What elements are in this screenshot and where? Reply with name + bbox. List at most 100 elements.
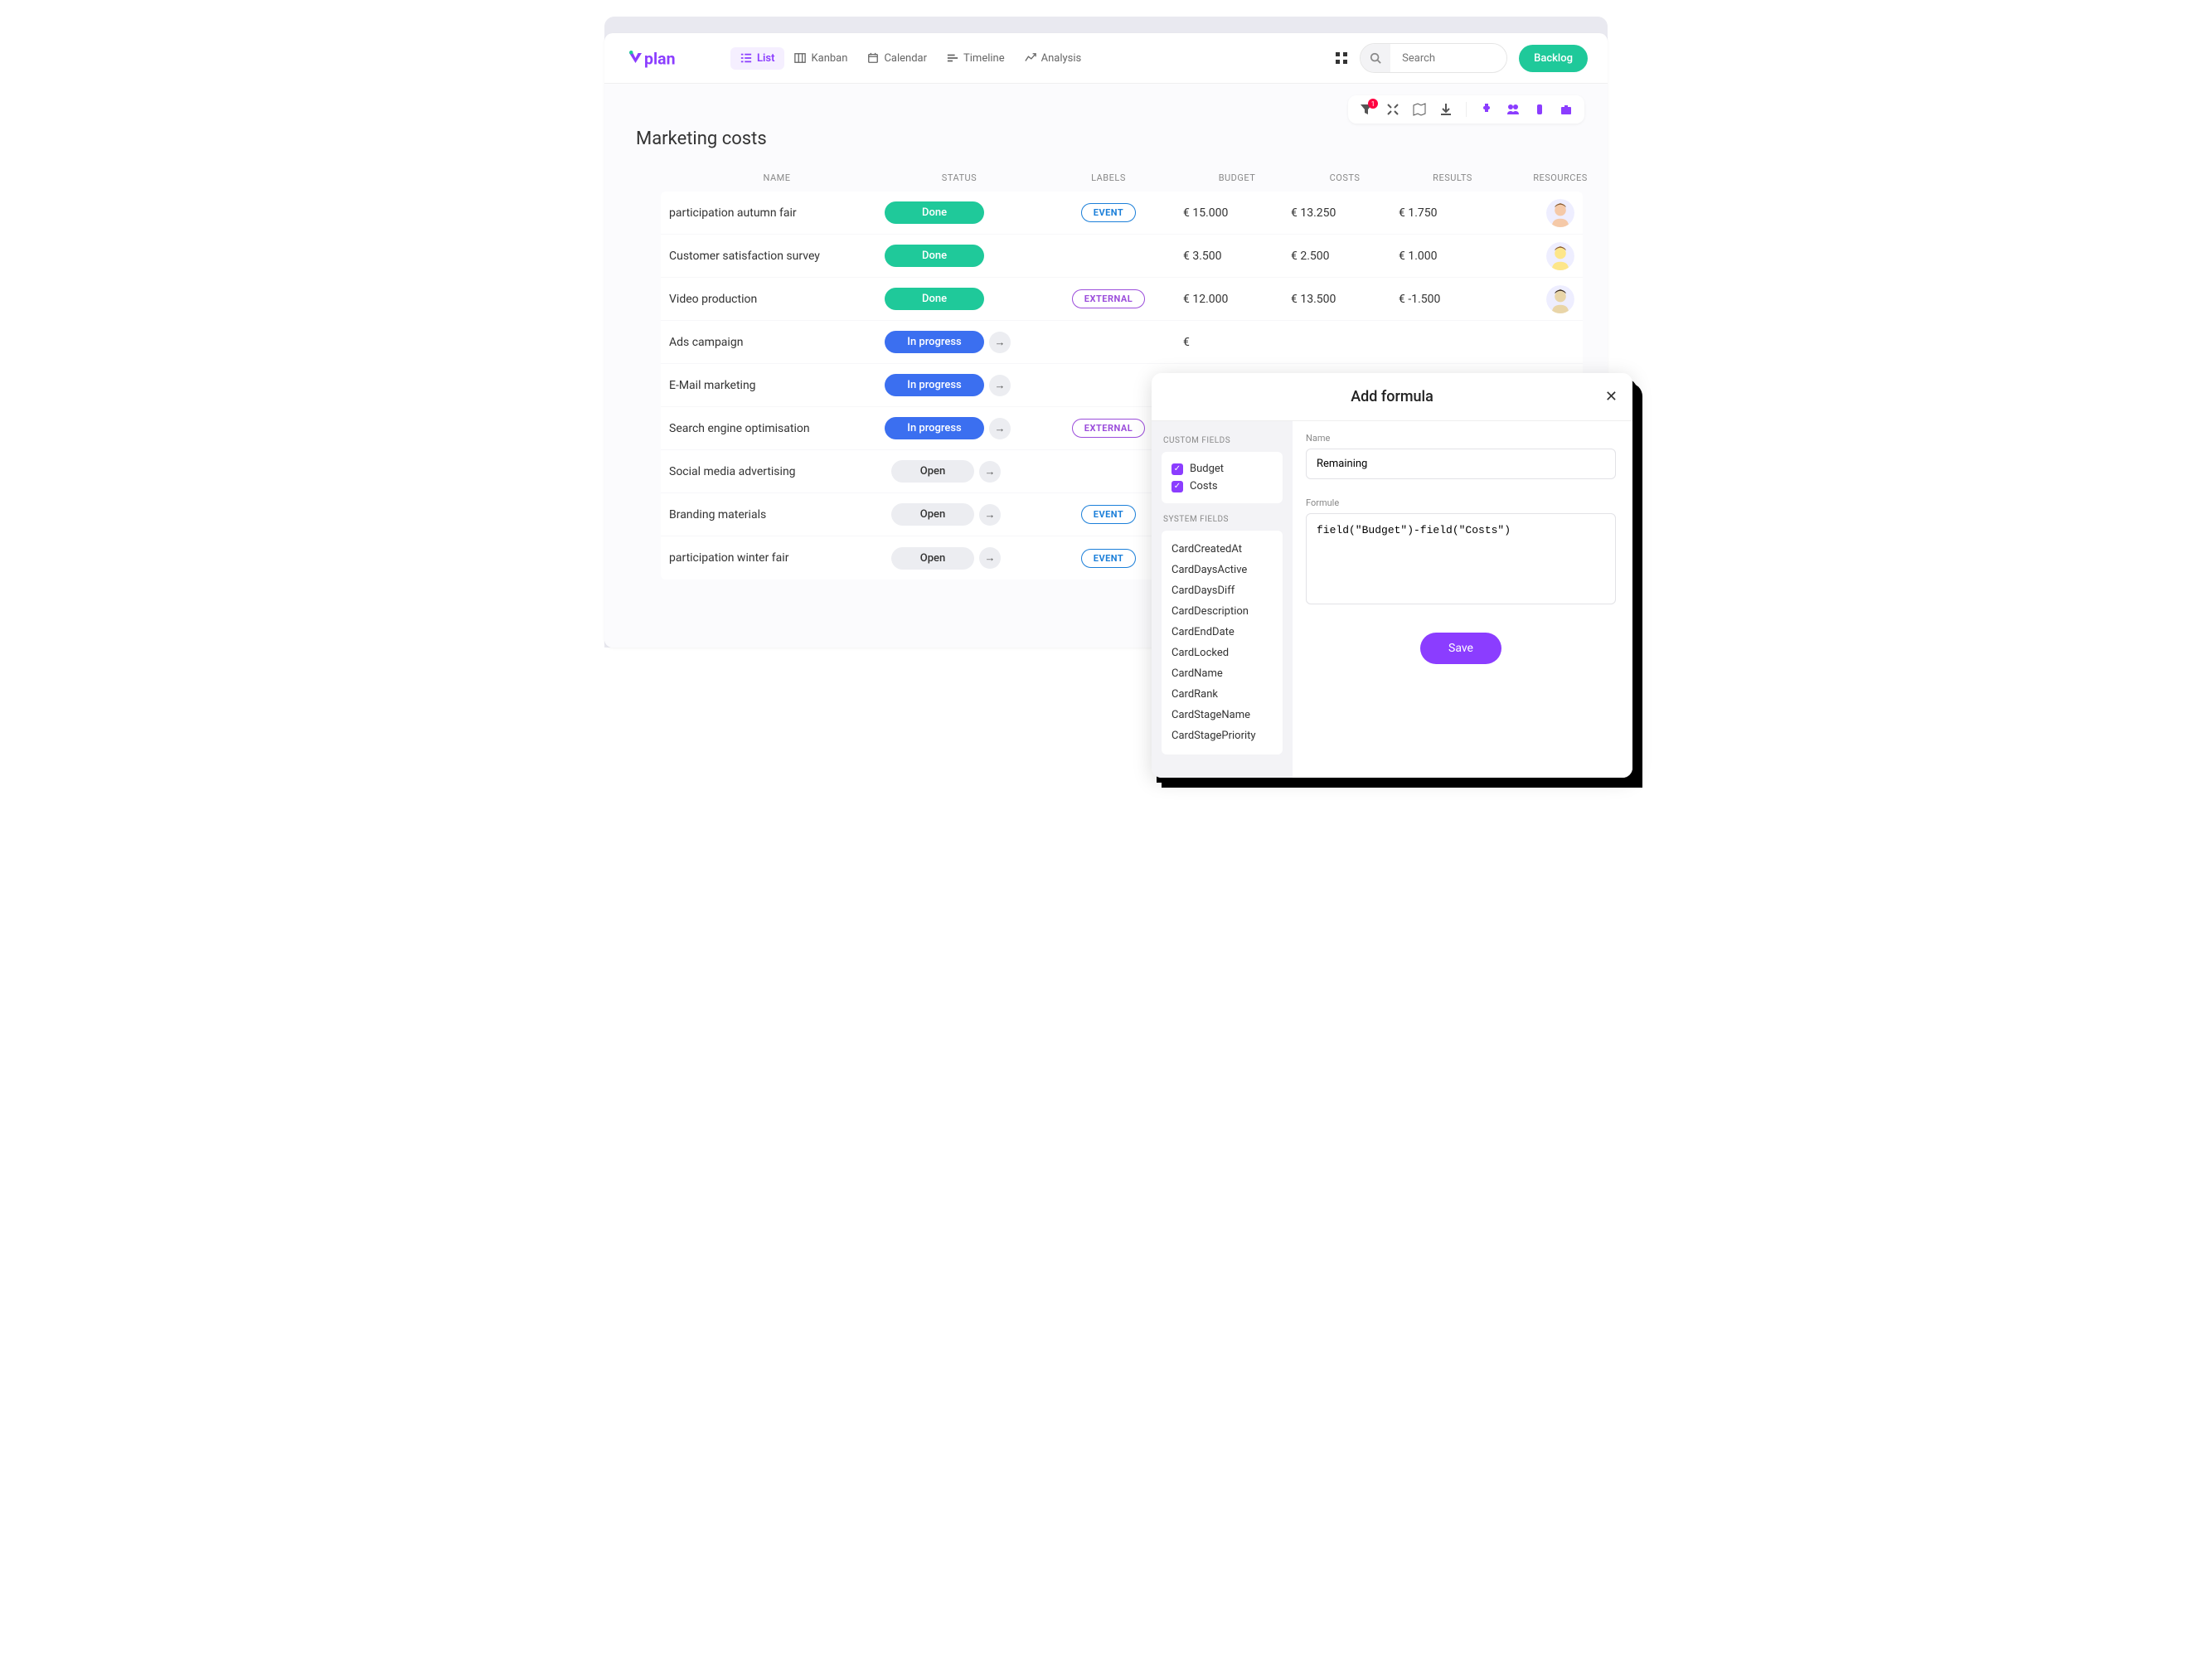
- status-pill[interactable]: Done: [885, 201, 984, 224]
- row-costs: € 13.500: [1291, 293, 1399, 306]
- system-field-item[interactable]: CardLocked: [1171, 643, 1273, 663]
- custom-field-option[interactable]: ✓Costs: [1171, 478, 1273, 495]
- tab-label: Timeline: [963, 52, 1005, 65]
- search-box[interactable]: [1360, 43, 1507, 73]
- row-name: Ads campaign: [669, 336, 885, 349]
- status-pill[interactable]: Open: [891, 460, 974, 483]
- list-icon: [740, 52, 752, 64]
- system-field-item[interactable]: CardDaysDiff: [1171, 580, 1273, 601]
- calendar-icon: [867, 52, 879, 64]
- tools-icon[interactable]: [1386, 103, 1399, 116]
- system-fields-box: CardCreatedAtCardDaysActiveCardDaysDiffC…: [1162, 531, 1283, 754]
- avatar: [1546, 199, 1574, 227]
- backlog-button[interactable]: Backlog: [1519, 45, 1588, 72]
- puzzle-icon[interactable]: [1480, 103, 1493, 116]
- brand-logo: plan: [624, 45, 699, 71]
- top-bar: plan ListKanbanCalendarTimelineAnalysis …: [604, 33, 1608, 84]
- status-pill[interactable]: Open: [891, 547, 974, 570]
- battery-icon[interactable]: [1533, 103, 1546, 116]
- system-fields-label: SYSTEM FIELDS: [1163, 515, 1283, 524]
- system-field-item[interactable]: CardStageName: [1171, 705, 1273, 725]
- tab-label: Calendar: [884, 52, 927, 65]
- filter-icon[interactable]: 1: [1360, 103, 1373, 116]
- tab-kanban[interactable]: Kanban: [784, 47, 857, 70]
- arrow-right-icon[interactable]: →: [989, 418, 1011, 439]
- system-field-item[interactable]: CardDaysActive: [1171, 560, 1273, 580]
- table-row[interactable]: Video productionDoneEXTERNAL€ 12.000€ 13…: [661, 278, 1583, 321]
- formula-modal: Add formula ✕ CUSTOM FIELDS ✓Budget✓Cost…: [1152, 373, 1632, 778]
- system-field-item[interactable]: CardName: [1171, 663, 1273, 684]
- view-tabs: List Kanban Calendar Timeline Analysis: [730, 47, 1091, 70]
- tab-timeline[interactable]: Timeline: [937, 47, 1015, 70]
- label-pill: EXTERNAL: [1072, 289, 1145, 308]
- col-budget: BUDGET: [1183, 172, 1291, 183]
- tab-label: Kanban: [811, 52, 847, 65]
- status-pill[interactable]: In progress: [885, 374, 984, 396]
- custom-fields-box: ✓Budget✓Costs: [1162, 452, 1283, 503]
- row-name: Social media advertising: [669, 465, 885, 478]
- arrow-right-icon[interactable]: →: [979, 547, 1001, 569]
- formula-field-label: Formule: [1306, 497, 1616, 508]
- search-icon: [1361, 44, 1390, 72]
- table-row[interactable]: Ads campaignIn progress→ €: [661, 321, 1583, 364]
- custom-fields-label: CUSTOM FIELDS: [1163, 436, 1283, 445]
- system-field-item[interactable]: CardStagePriority: [1171, 725, 1273, 746]
- row-name: Search engine optimisation: [669, 422, 885, 435]
- tab-calendar[interactable]: Calendar: [857, 47, 937, 70]
- label-pill: EVENT: [1081, 203, 1136, 222]
- row-results: € -1.500: [1399, 293, 1506, 306]
- row-results: € 1.000: [1399, 250, 1506, 263]
- row-label: EXTERNAL: [1034, 289, 1183, 308]
- search-input[interactable]: [1390, 52, 1506, 65]
- label-pill: EVENT: [1081, 505, 1136, 524]
- row-name: Customer satisfaction survey: [669, 250, 885, 263]
- formula-code-input[interactable]: [1306, 513, 1616, 604]
- map-icon[interactable]: [1413, 103, 1426, 116]
- status-pill[interactable]: In progress: [885, 417, 984, 439]
- avatar: [1546, 285, 1574, 313]
- table-row[interactable]: participation autumn fairDoneEVENT€ 15.0…: [661, 192, 1583, 235]
- system-field-item[interactable]: CardEndDate: [1171, 622, 1273, 643]
- timeline-icon: [947, 52, 958, 64]
- system-field-item[interactable]: CardRank: [1171, 684, 1273, 705]
- col-name: NAME: [669, 172, 885, 183]
- table-row[interactable]: Customer satisfaction surveyDone€ 3.500€…: [661, 235, 1583, 278]
- system-field-item[interactable]: CardCreatedAt: [1171, 539, 1273, 560]
- arrow-right-icon[interactable]: →: [989, 375, 1011, 396]
- tab-list[interactable]: List: [730, 47, 784, 70]
- fullscreen-icon[interactable]: [1335, 51, 1348, 65]
- system-field-item[interactable]: CardDescription: [1171, 601, 1273, 622]
- close-icon[interactable]: ✕: [1605, 388, 1618, 405]
- field-name: Costs: [1190, 480, 1218, 492]
- status-pill[interactable]: In progress: [885, 331, 984, 353]
- save-button[interactable]: Save: [1420, 633, 1501, 664]
- status-pill[interactable]: Done: [885, 245, 984, 267]
- row-budget: € 15.000: [1183, 206, 1291, 220]
- tab-analysis[interactable]: Analysis: [1015, 47, 1092, 70]
- formula-name-input[interactable]: [1306, 449, 1616, 479]
- briefcase-icon[interactable]: [1560, 103, 1573, 116]
- arrow-right-icon[interactable]: →: [979, 504, 1001, 526]
- table-header: NAME STATUS LABELS BUDGET COSTS RESULTS …: [628, 164, 1584, 192]
- avatar: [1546, 242, 1574, 270]
- formula-modal-wrap: Add formula ✕ CUSTOM FIELDS ✓Budget✓Cost…: [1152, 373, 1632, 778]
- checkbox-checked-icon: ✓: [1171, 463, 1183, 475]
- custom-field-option[interactable]: ✓Budget: [1171, 460, 1273, 478]
- row-budget: €: [1183, 336, 1291, 349]
- row-resources: [1506, 199, 1608, 227]
- arrow-right-icon[interactable]: →: [989, 332, 1011, 353]
- col-results: RESULTS: [1399, 172, 1506, 183]
- row-costs: € 13.250: [1291, 206, 1399, 220]
- users-icon[interactable]: [1506, 103, 1520, 116]
- col-costs: COSTS: [1291, 172, 1399, 183]
- status-pill[interactable]: Open: [891, 503, 974, 526]
- arrow-right-icon[interactable]: →: [979, 461, 1001, 483]
- tab-label: Analysis: [1041, 52, 1082, 65]
- row-budget: € 12.000: [1183, 293, 1291, 306]
- row-costs: € 2.500: [1291, 250, 1399, 263]
- label-pill: EXTERNAL: [1072, 419, 1145, 438]
- row-budget: € 3.500: [1183, 250, 1291, 263]
- modal-title: Add formula: [1351, 388, 1433, 405]
- status-pill[interactable]: Done: [885, 288, 984, 310]
- download-icon[interactable]: [1439, 103, 1453, 116]
